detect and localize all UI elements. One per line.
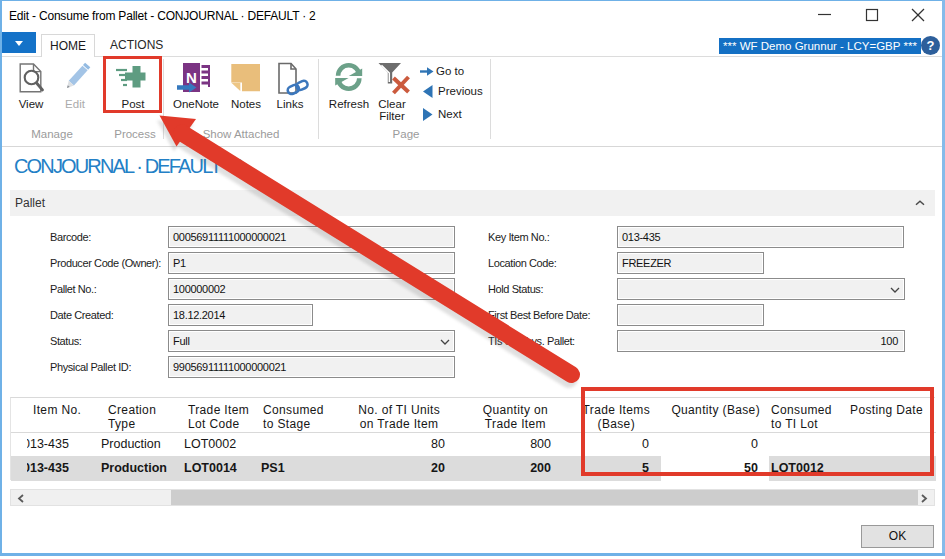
svg-text:N: N xyxy=(186,69,197,86)
